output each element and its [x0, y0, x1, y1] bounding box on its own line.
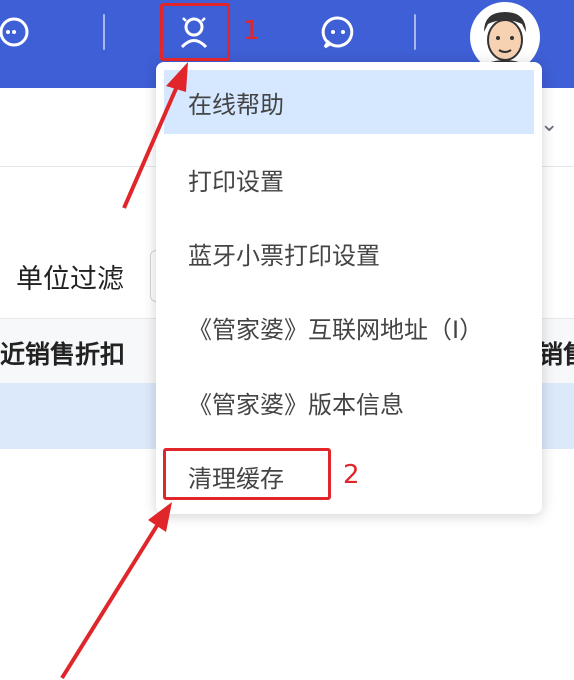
- annotation-arrowhead-2: [148, 502, 172, 532]
- annotation-arrowhead-1: [166, 62, 188, 92]
- annotation-arrow-1: [122, 83, 180, 209]
- annotation-arrows: [60, 62, 188, 680]
- annotation-arrow-2: [60, 522, 160, 680]
